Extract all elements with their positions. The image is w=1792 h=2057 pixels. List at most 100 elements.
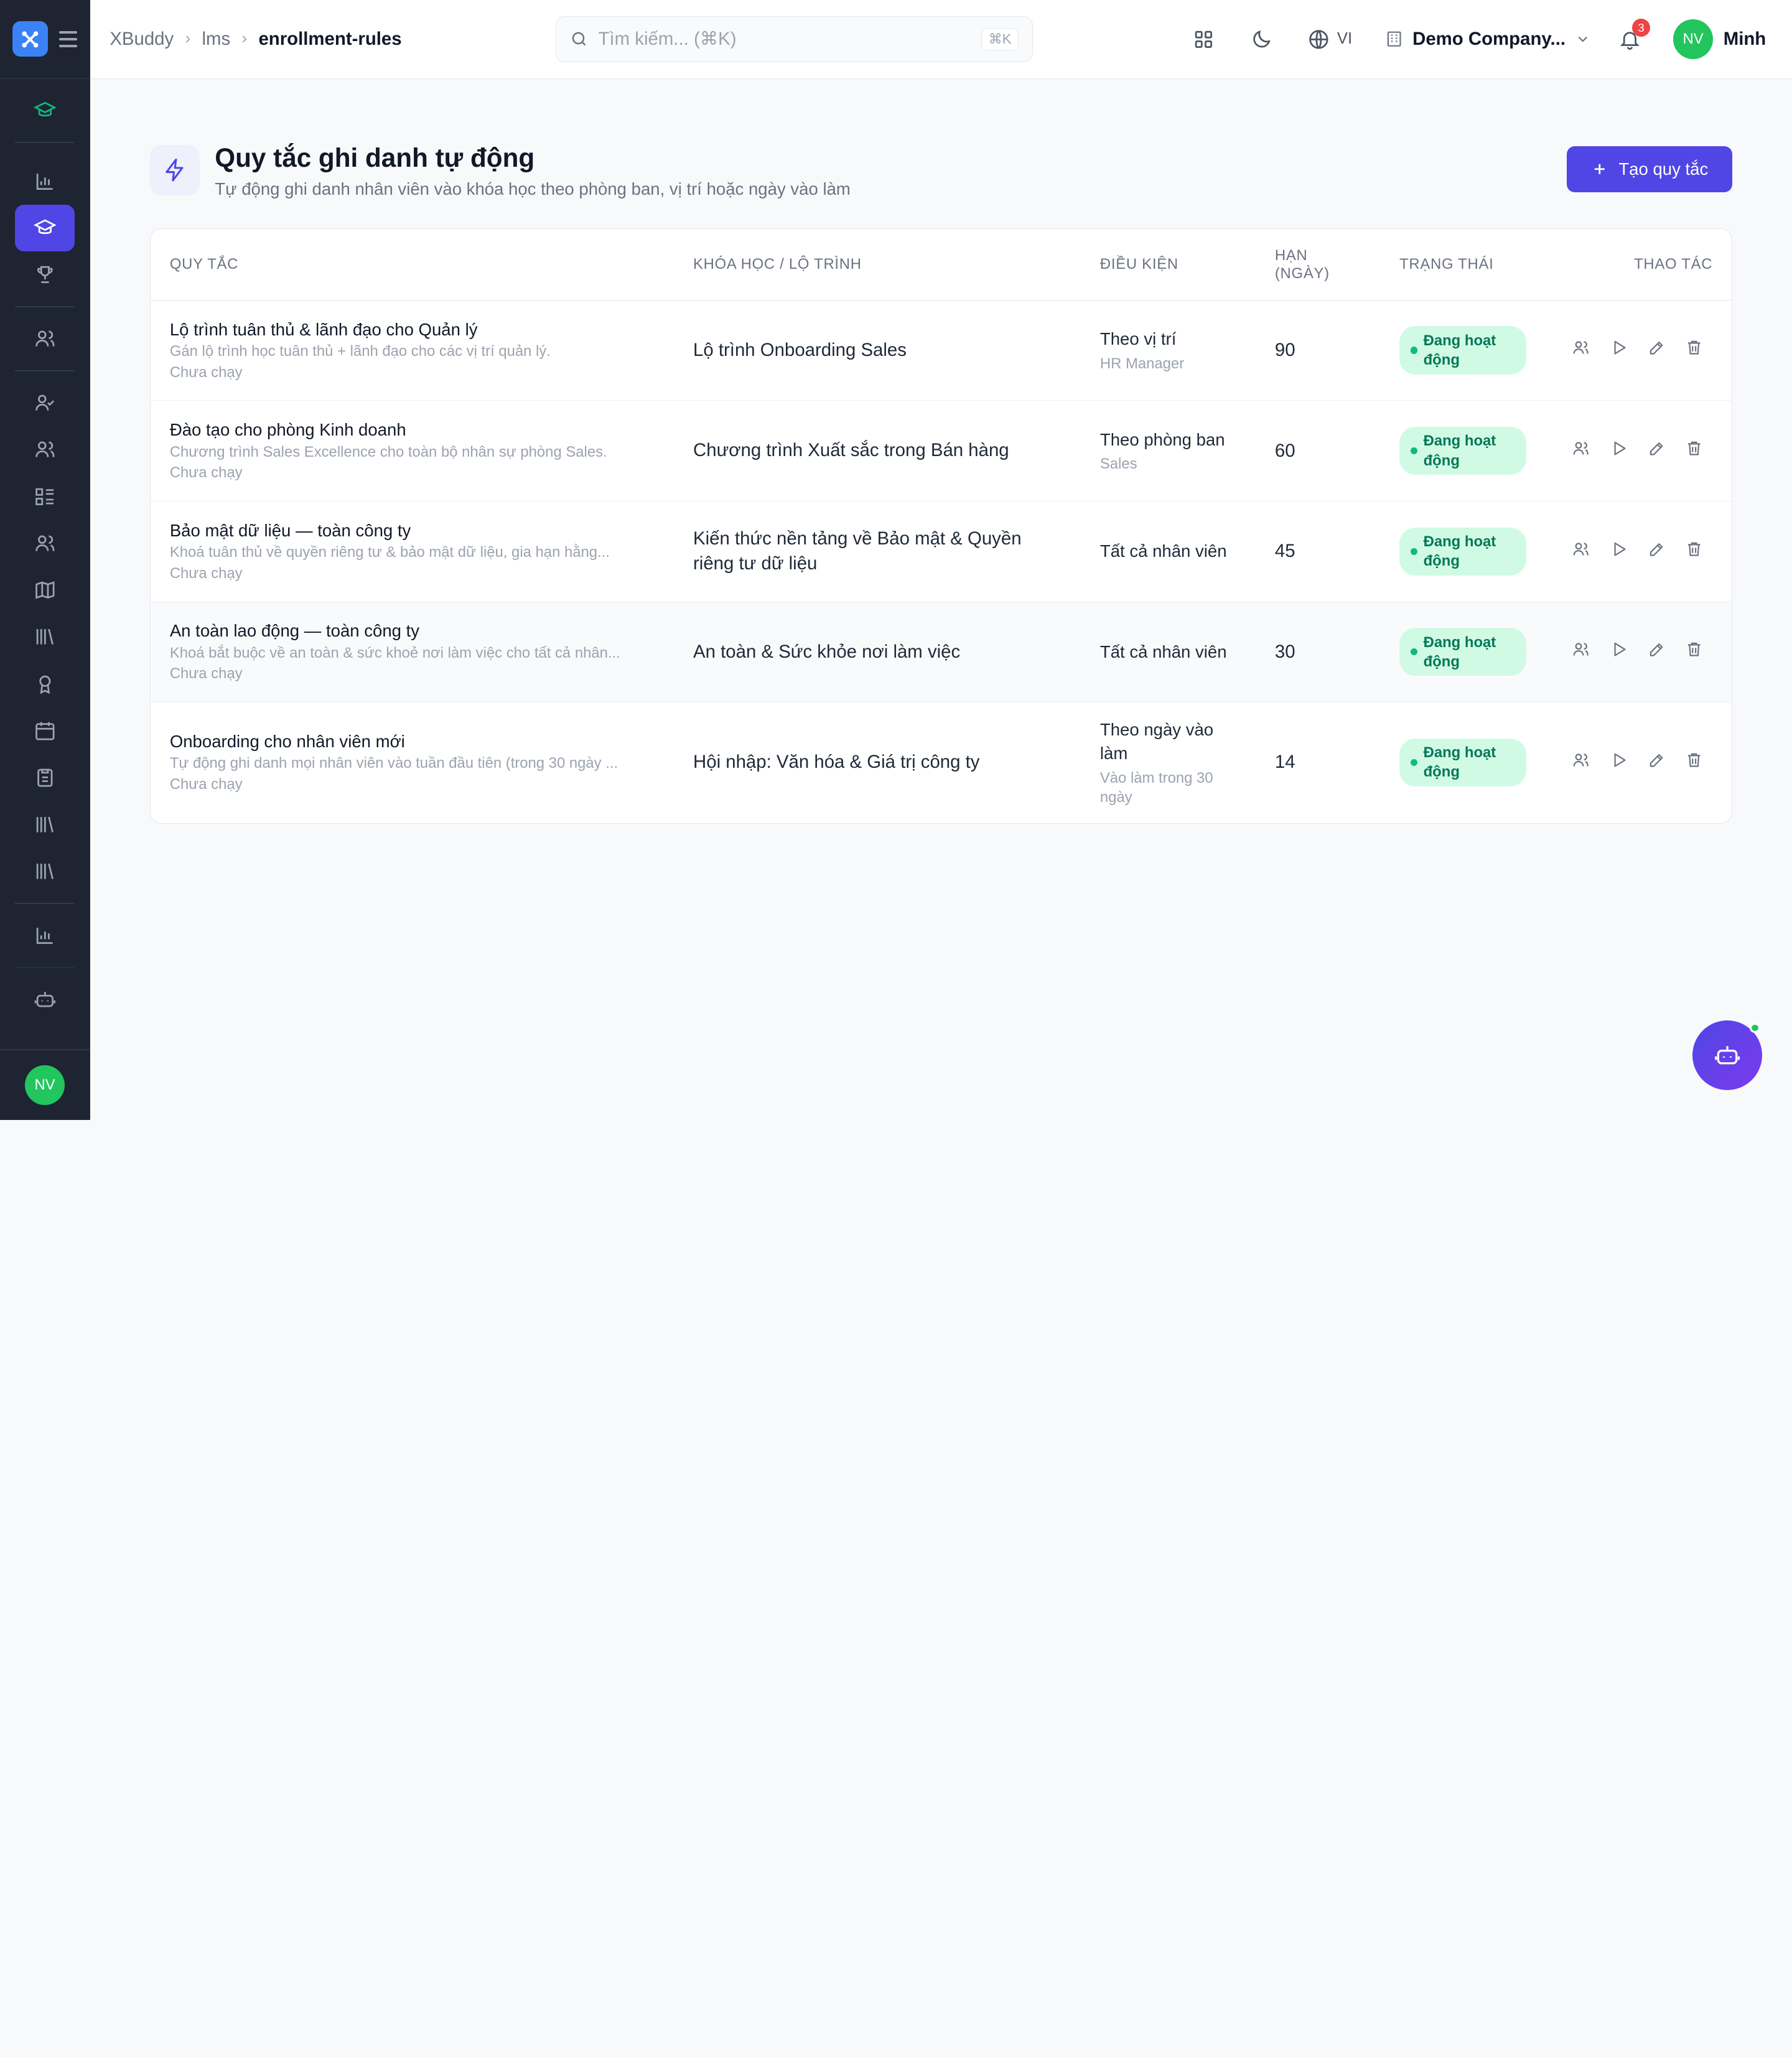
rule-condition: Tất cả nhân viên (1099, 641, 1227, 661)
dark-mode-moon-icon[interactable] (1250, 28, 1273, 51)
sidebar-item-dashboard[interactable] (15, 157, 75, 204)
company-switcher[interactable]: Demo Company... (1385, 29, 1590, 50)
table-row[interactable]: An toàn lao động — toàn công ty Khoá bắt… (150, 602, 1732, 703)
apps-grid-icon[interactable] (1192, 28, 1215, 51)
rule-title[interactable]: Onboarding cho nhân viên mới (170, 732, 655, 752)
rule-run-status: Chưa chạy (169, 665, 243, 683)
language-switcher[interactable]: VI (1307, 28, 1352, 51)
status-badge: Đang hoạt động (1399, 738, 1526, 786)
user-name: Minh (1723, 28, 1766, 49)
sidebar-item-library[interactable] (15, 613, 75, 660)
status-badge: Đang hoạt động (1399, 326, 1526, 375)
sidebar-header (0, 0, 90, 79)
app-logo[interactable] (12, 21, 48, 57)
rule-days: 45 (1255, 501, 1380, 602)
breadcrumb-mid[interactable]: lms (202, 29, 230, 50)
sidebar-item-paths[interactable] (15, 567, 75, 613)
app-root: NV XBuddy › lms › enrollment-rules Tìm k… (0, 0, 1792, 1120)
rule-title[interactable]: Đào tạo cho phòng Kinh doanh (170, 420, 655, 440)
lightning-icon (149, 145, 200, 196)
rule-description: Khoá bắt buộc về an toàn & sức khoẻ nơi … (169, 644, 620, 661)
sidebar-item-achievements[interactable] (15, 251, 75, 298)
company-name: Demo Company... (1412, 28, 1566, 49)
rule-title[interactable]: Bảo mật dữ liệu — toàn công ty (170, 521, 655, 541)
edit-pencil-icon[interactable] (1648, 338, 1666, 361)
sidebar-item-lms-home[interactable] (15, 87, 75, 134)
create-rule-button[interactable]: Tạo quy tắc (1567, 146, 1733, 192)
bot-icon (34, 991, 55, 1007)
edit-pencil-icon[interactable] (1648, 439, 1666, 462)
sidebar-item-certificates[interactable] (15, 660, 75, 707)
user-check-icon (35, 394, 54, 411)
rule-title[interactable]: An toàn lao động — toàn công ty (170, 621, 655, 641)
rule-title[interactable]: Lộ trình tuân thủ & lãnh đạo cho Quản lý (170, 320, 655, 340)
run-rule-play-icon[interactable] (1610, 751, 1628, 774)
table-row[interactable]: Bảo mật dữ liệu — toàn công ty Khoá tuân… (150, 501, 1732, 602)
view-members-icon[interactable] (1572, 439, 1590, 462)
row-actions (1549, 439, 1713, 462)
ai-assistant-fab[interactable] (1692, 1020, 1763, 1091)
sidebar-item-assessments[interactable] (15, 754, 75, 801)
column-header-actions: THAO TÁC (1529, 229, 1732, 301)
view-members-icon[interactable] (1572, 751, 1590, 774)
view-members-icon[interactable] (1572, 338, 1590, 361)
search-box[interactable]: Tìm kiếm... (⌘K) ⌘K (555, 16, 1034, 62)
row-actions (1549, 338, 1713, 361)
chevron-right-icon: › (185, 30, 191, 48)
delete-trash-icon[interactable] (1685, 640, 1703, 663)
rule-course: Kiến thức nền tảng về Bảo mật & Quyền ri… (673, 501, 1081, 602)
delete-trash-icon[interactable] (1685, 751, 1703, 774)
notifications-button[interactable]: 3 (1618, 18, 1651, 51)
run-rule-play-icon[interactable] (1610, 640, 1628, 663)
delete-trash-icon[interactable] (1685, 338, 1703, 361)
menu-toggle-icon[interactable] (59, 31, 78, 47)
map-icon (35, 581, 55, 599)
graduation-cap-icon (33, 101, 57, 116)
sidebar-item-approvals[interactable] (15, 380, 75, 426)
delete-trash-icon[interactable] (1685, 540, 1703, 563)
status-badge: Đang hoạt động (1399, 628, 1526, 676)
search-input[interactable]: Tìm kiếm... (⌘K) (599, 28, 971, 50)
sidebar-item-calendar[interactable] (15, 707, 75, 754)
sidebar-user-avatar[interactable]: NV (24, 1065, 65, 1106)
view-members-icon[interactable] (1572, 640, 1590, 663)
bar-chart-icon (36, 173, 53, 190)
edit-pencil-icon[interactable] (1648, 640, 1666, 663)
table-row[interactable]: Đào tạo cho phòng Kinh doanh Chương trìn… (150, 400, 1732, 501)
sidebar-item-reports[interactable] (15, 912, 75, 958)
rule-condition: Theo phòng ban (1099, 429, 1225, 449)
table-row[interactable]: Lộ trình tuân thủ & lãnh đạo cho Quản lý… (150, 300, 1732, 401)
rule-course: Lộ trình Onboarding Sales (673, 300, 1081, 401)
view-members-icon[interactable] (1572, 540, 1590, 563)
column-header-days[interactable]: HẠN (NGÀY) (1255, 229, 1380, 301)
award-icon (39, 675, 51, 694)
table-header-row: QUY TẮC KHÓA HỌC / LỘ TRÌNH ĐIỀU KIỆN HẠ… (150, 229, 1732, 301)
globe-icon (1309, 29, 1328, 49)
rule-run-status: Chưa chạy (169, 564, 243, 582)
sidebar-item-groups[interactable] (15, 520, 75, 567)
sidebar-item-archive[interactable] (15, 848, 75, 895)
table-row[interactable]: Onboarding cho nhân viên mới Tự động ghi… (151, 702, 1732, 823)
column-header-rule[interactable]: QUY TẮC (150, 229, 674, 301)
edit-pencil-icon[interactable] (1648, 751, 1666, 774)
run-rule-play-icon[interactable] (1610, 338, 1628, 361)
sidebar-item-team[interactable] (15, 315, 75, 362)
edit-pencil-icon[interactable] (1648, 540, 1666, 563)
sidebar-item-ai-assistant[interactable] (15, 976, 75, 1022)
sidebar-item-resources[interactable] (15, 801, 75, 847)
sidebar-item-courses[interactable] (15, 204, 75, 251)
search-shortcut: ⌘K (981, 28, 1019, 50)
run-rule-play-icon[interactable] (1610, 439, 1628, 462)
column-header-condition[interactable]: ĐIỀU KIỆN (1080, 229, 1256, 301)
sidebar-item-catalog[interactable] (15, 473, 75, 520)
breadcrumb-root[interactable]: XBuddy (110, 29, 174, 50)
rule-condition: Theo ngày vào làm (1099, 719, 1214, 763)
sidebar-item-learners[interactable] (15, 426, 75, 473)
column-header-course[interactable]: KHÓA HỌC / LỘ TRÌNH (673, 229, 1081, 301)
column-header-status[interactable]: TRẠNG THÁI (1379, 229, 1530, 301)
rule-days: 60 (1255, 400, 1380, 501)
user-menu[interactable]: NV Minh (1673, 19, 1766, 59)
delete-trash-icon[interactable] (1685, 439, 1703, 462)
bot-icon (1715, 1046, 1740, 1065)
run-rule-play-icon[interactable] (1610, 540, 1628, 563)
